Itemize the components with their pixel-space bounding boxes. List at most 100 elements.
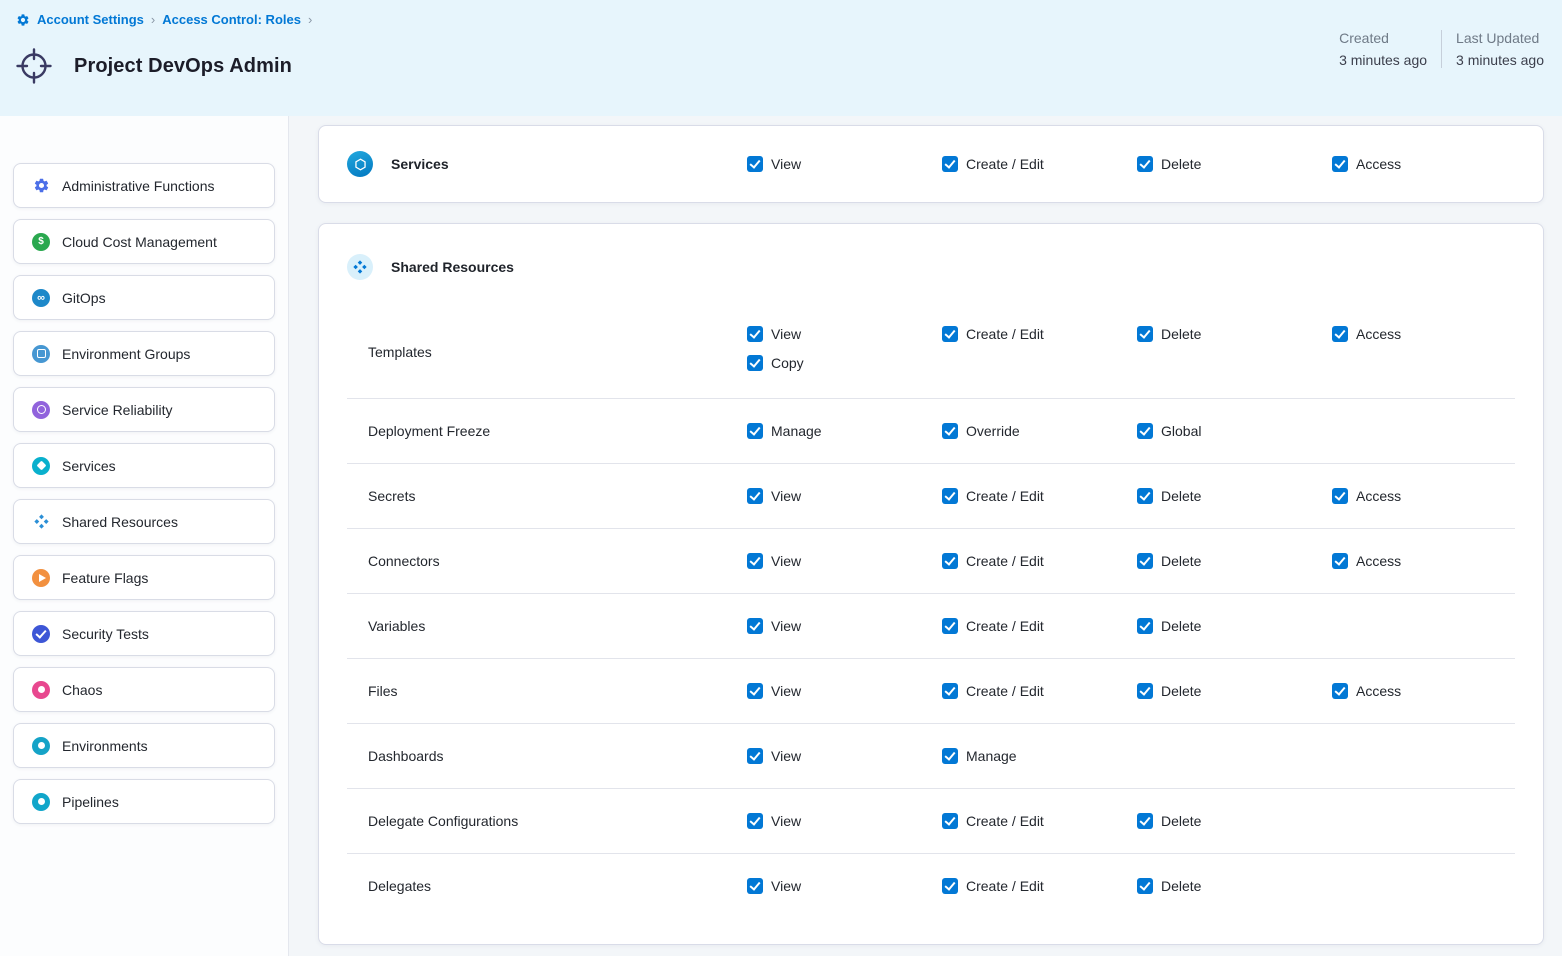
checkbox-checked-icon[interactable] bbox=[942, 748, 958, 764]
permission-row-label: Delegates bbox=[347, 878, 747, 894]
permission-cell: Create / Edit bbox=[942, 488, 1137, 504]
permission-check-delete[interactable]: Delete bbox=[1137, 553, 1201, 569]
checkbox-checked-icon[interactable] bbox=[942, 813, 958, 829]
checkbox-checked-icon[interactable] bbox=[1332, 326, 1348, 342]
permission-check-view[interactable]: View bbox=[747, 748, 801, 764]
breadcrumb-access-control-roles[interactable]: Access Control: Roles bbox=[162, 12, 301, 27]
sidebar-item-administrative-functions[interactable]: Administrative Functions bbox=[13, 163, 275, 208]
checkbox-checked-icon[interactable] bbox=[747, 355, 763, 371]
permission-check-create-edit[interactable]: Create / Edit bbox=[942, 683, 1044, 699]
permission-check-delete[interactable]: Delete bbox=[1137, 488, 1201, 504]
permission-check-view[interactable]: View bbox=[747, 326, 801, 342]
checkbox-checked-icon[interactable] bbox=[747, 326, 763, 342]
sidebar-item-cloud-cost-management[interactable]: Cloud Cost Management bbox=[13, 219, 275, 264]
permission-check-create-edit[interactable]: Create / Edit bbox=[942, 618, 1044, 634]
checkbox-label: Delete bbox=[1161, 553, 1201, 569]
checkbox-checked-icon[interactable] bbox=[1137, 683, 1153, 699]
checkbox-checked-icon[interactable] bbox=[942, 423, 958, 439]
permission-check-access[interactable]: Access bbox=[1332, 553, 1401, 569]
checkbox-checked-icon[interactable] bbox=[747, 683, 763, 699]
permission-check-view[interactable]: View bbox=[747, 618, 801, 634]
sidebar-item-environment-groups[interactable]: Environment Groups bbox=[13, 331, 275, 376]
permission-check-delete[interactable]: Delete bbox=[1137, 813, 1201, 829]
checkbox-checked-icon[interactable] bbox=[942, 326, 958, 342]
sidebar-item-label: Services bbox=[62, 458, 116, 474]
permission-cell: View Copy bbox=[747, 326, 942, 371]
sidebar-item-security-tests[interactable]: Security Tests bbox=[13, 611, 275, 656]
checkbox-checked-icon[interactable] bbox=[747, 813, 763, 829]
sidebar-item-service-reliability[interactable]: Service Reliability bbox=[13, 387, 275, 432]
gitops-icon bbox=[32, 289, 50, 307]
checkbox-checked-icon[interactable] bbox=[1137, 423, 1153, 439]
sidebar-item-label: Environments bbox=[62, 738, 148, 754]
sidebar-item-environments[interactable]: Environments bbox=[13, 723, 275, 768]
permission-check-delete[interactable]: Delete bbox=[1137, 326, 1201, 342]
permission-check-delete[interactable]: Delete bbox=[1137, 683, 1201, 699]
checkbox-checked-icon[interactable] bbox=[1332, 156, 1348, 172]
permission-check-copy[interactable]: Copy bbox=[747, 355, 804, 371]
sidebar-item-pipelines[interactable]: Pipelines bbox=[13, 779, 275, 824]
permission-check-view[interactable]: View bbox=[747, 813, 801, 829]
created-label: Created bbox=[1339, 30, 1427, 46]
services-icon bbox=[32, 457, 50, 475]
permission-check-create-edit[interactable]: Create / Edit bbox=[942, 156, 1044, 172]
permission-check-access[interactable]: Access bbox=[1332, 683, 1401, 699]
checkbox-checked-icon[interactable] bbox=[747, 156, 763, 172]
checkbox-label: View bbox=[771, 878, 801, 894]
permission-check-view[interactable]: View bbox=[747, 878, 801, 894]
checkbox-checked-icon[interactable] bbox=[1137, 156, 1153, 172]
permission-check-access[interactable]: Access bbox=[1332, 488, 1401, 504]
permission-check-delete[interactable]: Delete bbox=[1137, 156, 1201, 172]
checkbox-label: Create / Edit bbox=[966, 488, 1044, 504]
permission-check-view[interactable]: View bbox=[747, 553, 801, 569]
checkbox-checked-icon[interactable] bbox=[942, 156, 958, 172]
permission-check-override[interactable]: Override bbox=[942, 423, 1020, 439]
permission-check-manage[interactable]: Manage bbox=[942, 748, 1017, 764]
checkbox-checked-icon[interactable] bbox=[942, 618, 958, 634]
checkbox-checked-icon[interactable] bbox=[1137, 488, 1153, 504]
checkbox-checked-icon[interactable] bbox=[942, 878, 958, 894]
permission-check-global[interactable]: Global bbox=[1137, 423, 1201, 439]
checkbox-checked-icon[interactable] bbox=[747, 748, 763, 764]
checkbox-checked-icon[interactable] bbox=[747, 553, 763, 569]
permissions-panel: Services View Create / Edit Delete Acces… bbox=[290, 116, 1562, 956]
checkbox-checked-icon[interactable] bbox=[747, 878, 763, 894]
permission-cell: Manage bbox=[942, 748, 1137, 764]
permission-check-access[interactable]: Access bbox=[1332, 326, 1401, 342]
permission-check-create-edit[interactable]: Create / Edit bbox=[942, 553, 1044, 569]
checkbox-checked-icon[interactable] bbox=[1332, 553, 1348, 569]
permission-check-delete[interactable]: Delete bbox=[1137, 618, 1201, 634]
sidebar-item-services[interactable]: Services bbox=[13, 443, 275, 488]
checkbox-checked-icon[interactable] bbox=[1137, 326, 1153, 342]
sidebar-item-shared-resources[interactable]: Shared Resources bbox=[13, 499, 275, 544]
checkbox-checked-icon[interactable] bbox=[1137, 618, 1153, 634]
permission-check-create-edit[interactable]: Create / Edit bbox=[942, 326, 1044, 342]
permission-check-delete[interactable]: Delete bbox=[1137, 878, 1201, 894]
permission-check-create-edit[interactable]: Create / Edit bbox=[942, 813, 1044, 829]
checkbox-checked-icon[interactable] bbox=[1332, 488, 1348, 504]
checkbox-checked-icon[interactable] bbox=[942, 488, 958, 504]
permission-check-view[interactable]: View bbox=[747, 156, 801, 172]
permission-check-create-edit[interactable]: Create / Edit bbox=[942, 488, 1044, 504]
shared-resources-icon bbox=[347, 254, 373, 280]
permission-check-view[interactable]: View bbox=[747, 488, 801, 504]
sidebar-item-label: Service Reliability bbox=[62, 402, 172, 418]
checkbox-checked-icon[interactable] bbox=[942, 553, 958, 569]
checkbox-checked-icon[interactable] bbox=[1137, 553, 1153, 569]
checkbox-checked-icon[interactable] bbox=[747, 488, 763, 504]
permission-check-manage[interactable]: Manage bbox=[747, 423, 822, 439]
sidebar-item-feature-flags[interactable]: Feature Flags bbox=[13, 555, 275, 600]
checkbox-checked-icon[interactable] bbox=[1332, 683, 1348, 699]
checkbox-checked-icon[interactable] bbox=[942, 683, 958, 699]
permission-check-access[interactable]: Access bbox=[1332, 156, 1401, 172]
sidebar-item-chaos[interactable]: Chaos bbox=[13, 667, 275, 712]
role-target-icon bbox=[15, 47, 53, 85]
sidebar-item-gitops[interactable]: GitOps bbox=[13, 275, 275, 320]
checkbox-checked-icon[interactable] bbox=[1137, 813, 1153, 829]
checkbox-checked-icon[interactable] bbox=[1137, 878, 1153, 894]
checkbox-checked-icon[interactable] bbox=[747, 423, 763, 439]
permission-check-create-edit[interactable]: Create / Edit bbox=[942, 878, 1044, 894]
breadcrumb-account-settings[interactable]: Account Settings bbox=[37, 12, 144, 27]
permission-check-view[interactable]: View bbox=[747, 683, 801, 699]
checkbox-checked-icon[interactable] bbox=[747, 618, 763, 634]
